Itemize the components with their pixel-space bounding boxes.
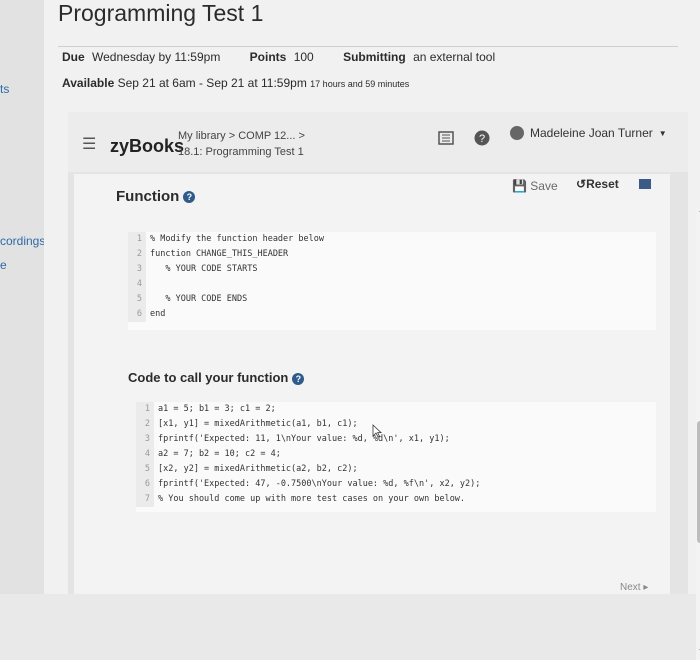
code-line: 6 end (128, 307, 656, 322)
code-line: 2 [x1, y1] = mixedArithmetic(a1, b1, c1); (136, 417, 656, 432)
code-line: 2 function CHANGE_THIS_HEADER (128, 247, 656, 262)
code-line: 4 (128, 277, 656, 292)
code-text: [x1, y1] = mixedArithmetic(a1, b1, c1); (158, 419, 358, 429)
help-icon[interactable]: ? (474, 130, 490, 146)
call-code-editor: 1 a1 = 5; b1 = 3; c1 = 2; 2 [x1, y1] = mixe… (136, 402, 656, 512)
code-text: fprintf('Expected: 47, -0.7500\nYour val… (158, 479, 481, 489)
points-value: 100 (293, 50, 314, 64)
zybooks-frame: ☰ zyBooks My library > COMP 12... > 18.1… (68, 112, 700, 660)
user-menu[interactable]: Madeleine Joan Turner ▼ (510, 126, 667, 140)
code-line: 5 [x2, y2] = mixedArithmetic(a2, b2, c2); (136, 462, 656, 477)
call-help-icon[interactable]: ? (292, 372, 305, 385)
nav-item-ts[interactable]: ts (0, 82, 9, 96)
reset-button[interactable]: ↺Reset (576, 177, 619, 191)
code-line: 4 a2 = 7; b2 = 10; c2 = 4; (136, 447, 656, 462)
panel-icon[interactable] (639, 179, 651, 189)
points-label: Points (249, 50, 287, 64)
code-line: 5 % YOUR CODE ENDS (128, 292, 656, 307)
course-nav: ts cordings e (0, 0, 45, 594)
code-line: 3 % YOUR CODE STARTS (128, 262, 656, 277)
line-number: 4 (128, 277, 146, 292)
user-name: Madeleine Joan Turner (530, 126, 653, 140)
mouse-cursor-icon (372, 424, 382, 438)
line-number: 2 (136, 417, 154, 432)
code-line: 7 % You should come up with more test cas… (136, 492, 656, 507)
scrollbar[interactable]: ▲ ▼ (696, 207, 700, 660)
line-number: 3 (128, 262, 146, 277)
nav-item-e[interactable]: e (0, 258, 7, 272)
line-number: 7 (136, 492, 154, 507)
available-remaining: 17 hours and 59 minutes (310, 79, 410, 89)
line-number: 6 (136, 477, 154, 492)
code-text: % Modify the function header below (150, 234, 324, 244)
zybooks-content: Function? 💾 Save ↺Reset 1 % Modify the fu… (74, 174, 670, 594)
breadcrumb-section: 18.1: Programming Test 1 (178, 146, 304, 158)
line-number: 1 (136, 402, 154, 417)
zybooks-logo[interactable]: zyBooks (110, 136, 184, 157)
avatar-icon (510, 126, 524, 140)
save-button[interactable]: 💾 Save (512, 179, 558, 193)
code-text: function CHANGE_THIS_HEADER (150, 249, 289, 259)
function-heading: Function? (116, 188, 196, 205)
nav-item-recordings[interactable]: cordings (0, 234, 45, 248)
function-title: Function (116, 188, 180, 205)
code-line: 1 % Modify the function header below (128, 232, 656, 247)
page-title: Programming Test 1 (58, 0, 264, 26)
call-heading: Code to call your function? (128, 370, 305, 385)
code-line: 3 fprintf('Expected: 11, 1\nYour value: %… (136, 432, 656, 447)
due-value: Wednesday by 11:59pm (92, 50, 221, 64)
zybooks-header: ☰ zyBooks My library > COMP 12... > 18.1… (68, 112, 688, 172)
function-code-editor[interactable]: 1 % Modify the function header below 2 func… (128, 232, 656, 330)
save-label: Save (530, 179, 558, 193)
code-text: % YOUR CODE ENDS (150, 294, 248, 304)
line-number: 1 (128, 232, 146, 247)
code-text: a1 = 5; b1 = 3; c1 = 2; (158, 404, 276, 414)
due-label: Due (62, 50, 85, 64)
code-text: a2 = 7; b2 = 10; c2 = 4; (158, 449, 281, 459)
chevron-down-icon: ▼ (658, 128, 667, 138)
code-text: fprintf('Expected: 11, 1\nYour value: %d… (158, 434, 450, 444)
assignment-page: Programming Test 1 Due Wednesday by 11:5… (44, 0, 700, 660)
code-text: end (150, 309, 166, 319)
save-icon: 💾 (512, 179, 527, 193)
available-value: Sep 21 at 6am - Sep 21 at 11:59pm (117, 76, 307, 90)
code-text: [x2, y2] = mixedArithmetic(a2, b2, c2); (158, 464, 358, 474)
code-line: 6 fprintf('Expected: 47, -0.7500\nYour va… (136, 477, 656, 492)
available-label: Available (62, 76, 115, 90)
line-number: 5 (136, 462, 154, 477)
breadcrumb: My library > COMP 12... > 18.1: Programm… (178, 128, 305, 160)
code-text: % YOUR CODE STARTS (150, 264, 258, 274)
next-label: Next (620, 582, 641, 593)
code-text: % You should come up with more test case… (158, 494, 466, 504)
line-number: 4 (136, 447, 154, 462)
assignment-meta: Due Wednesday by 11:59pm Points 100 Subm… (62, 50, 521, 64)
line-number: 2 (128, 247, 146, 262)
divider (58, 46, 678, 47)
submitting-label: Submitting (343, 50, 406, 64)
next-button[interactable]: Next ▸ (620, 582, 648, 593)
function-help-icon[interactable]: ? (183, 191, 196, 204)
line-number: 5 (128, 292, 146, 307)
code-line: 1 a1 = 5; b1 = 3; c1 = 2; (136, 402, 656, 417)
submitting-value: an external tool (413, 50, 496, 64)
availability: Available Sep 21 at 6am - Sep 21 at 11:5… (62, 76, 409, 90)
call-title: Code to call your function (128, 370, 289, 385)
reset-icon: ↺ (576, 177, 587, 191)
svg-text:?: ? (479, 133, 485, 145)
line-number: 6 (128, 307, 146, 322)
reset-label: Reset (586, 177, 619, 191)
line-number: 3 (136, 432, 154, 447)
breadcrumb-library[interactable]: My library > COMP 12... > (178, 128, 305, 144)
book-icon[interactable] (438, 130, 454, 146)
menu-icon[interactable]: ☰ (82, 134, 96, 154)
